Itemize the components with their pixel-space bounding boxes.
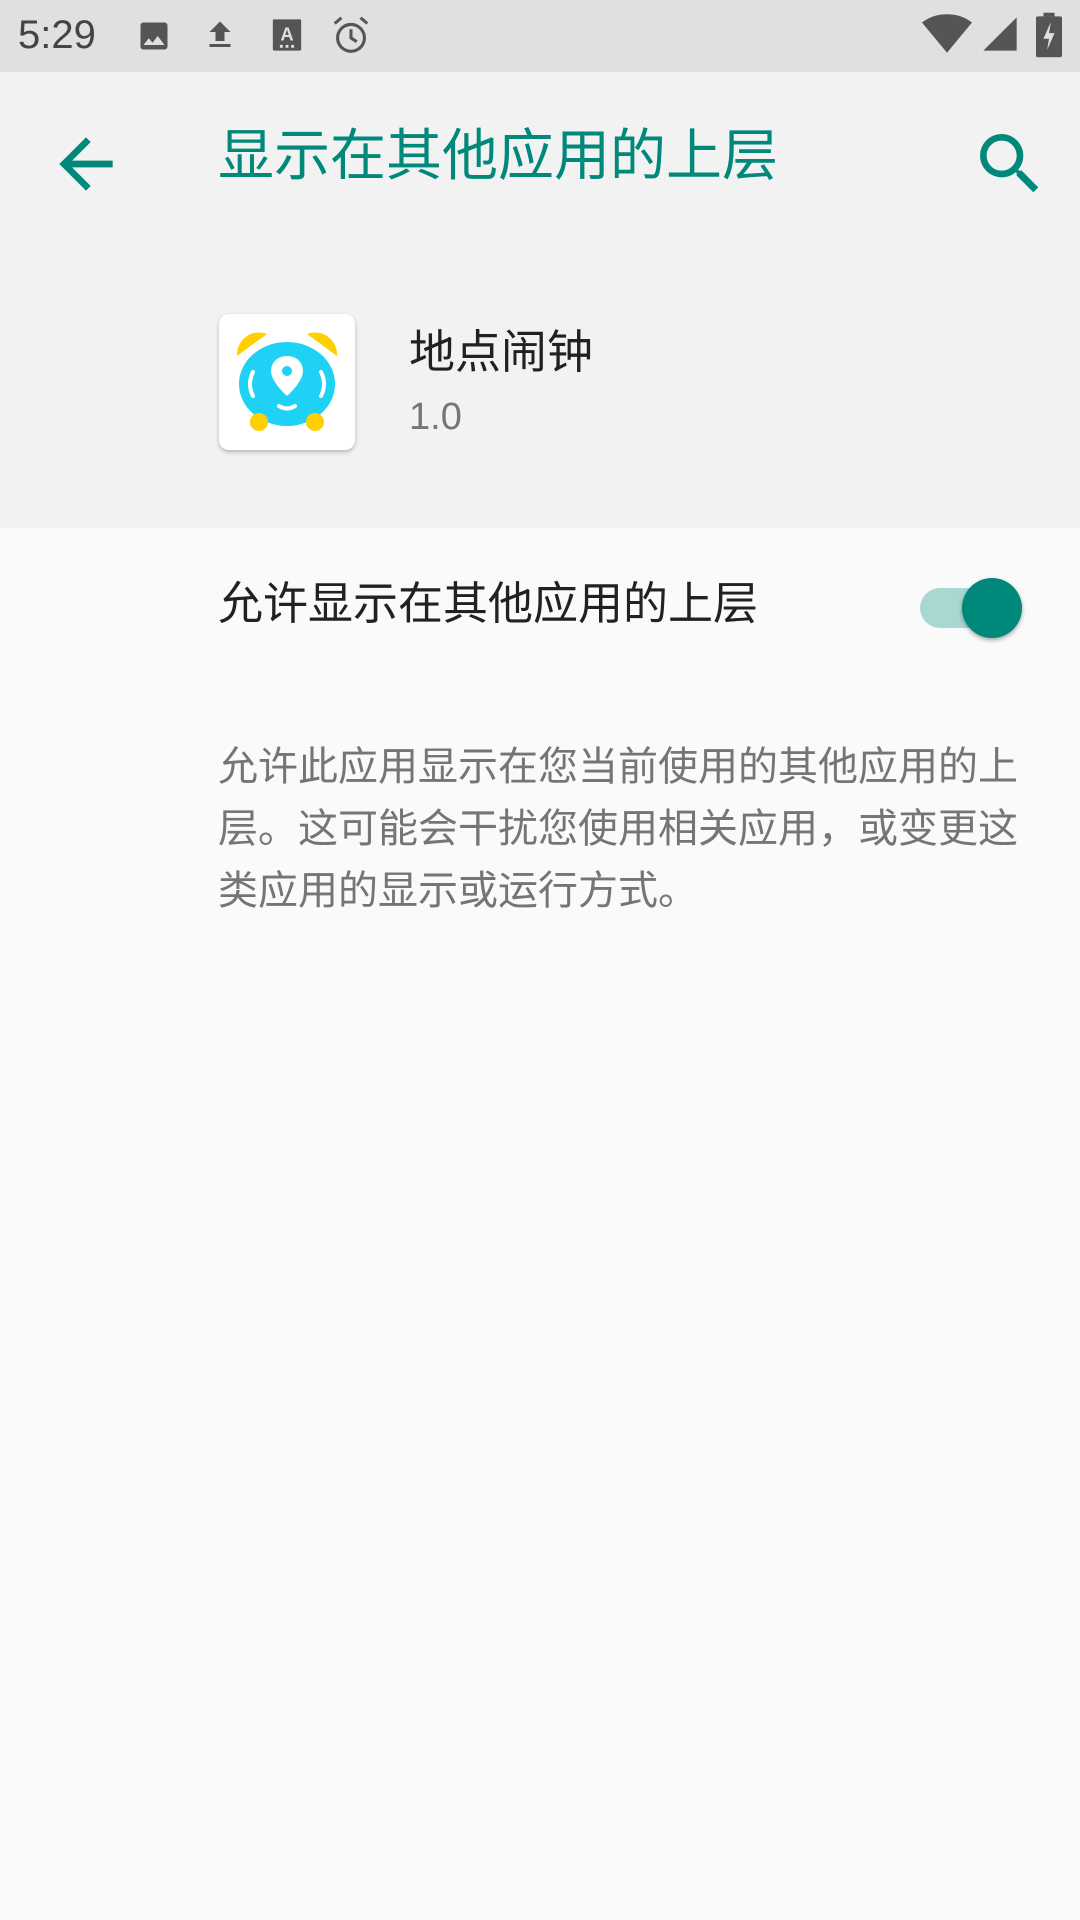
status-time: 5:29 (18, 13, 96, 57)
upload-icon (202, 16, 238, 54)
svg-text:A: A (280, 24, 293, 45)
page-title: 显示在其他应用的上层 (218, 124, 778, 189)
app-icon (219, 314, 355, 450)
back-button[interactable] (46, 124, 126, 204)
permission-switch[interactable] (918, 576, 1024, 640)
switch-thumb (962, 578, 1022, 638)
app-bar: 显示在其他应用的上层 (0, 72, 1080, 242)
wifi-icon (922, 12, 972, 56)
signal-icon (980, 14, 1020, 54)
app-name: 地点闹钟 (409, 325, 593, 379)
alarm-icon (328, 12, 374, 58)
location-alarm-clock-icon (236, 332, 338, 431)
image-icon (136, 18, 172, 54)
arrow-back-icon (59, 137, 113, 191)
search-icon (980, 134, 1039, 193)
app-header: 地点闹钟 1.0 (0, 242, 1080, 528)
search-button[interactable] (970, 124, 1050, 204)
battery-charging-icon (1036, 12, 1062, 58)
status-bar: 5:29 A (0, 0, 1080, 72)
permission-label: 允许显示在其他应用的上层 (218, 577, 759, 630)
text-a-icon: A (270, 16, 304, 54)
permission-description: 允许此应用显示在您当前使用的其他应用的上层。这可能会干扰您使用相关应用，或变更这… (218, 744, 1018, 914)
permission-toggle-row[interactable]: 允许显示在其他应用的上层 (0, 528, 1080, 688)
app-version: 1.0 (409, 396, 462, 438)
